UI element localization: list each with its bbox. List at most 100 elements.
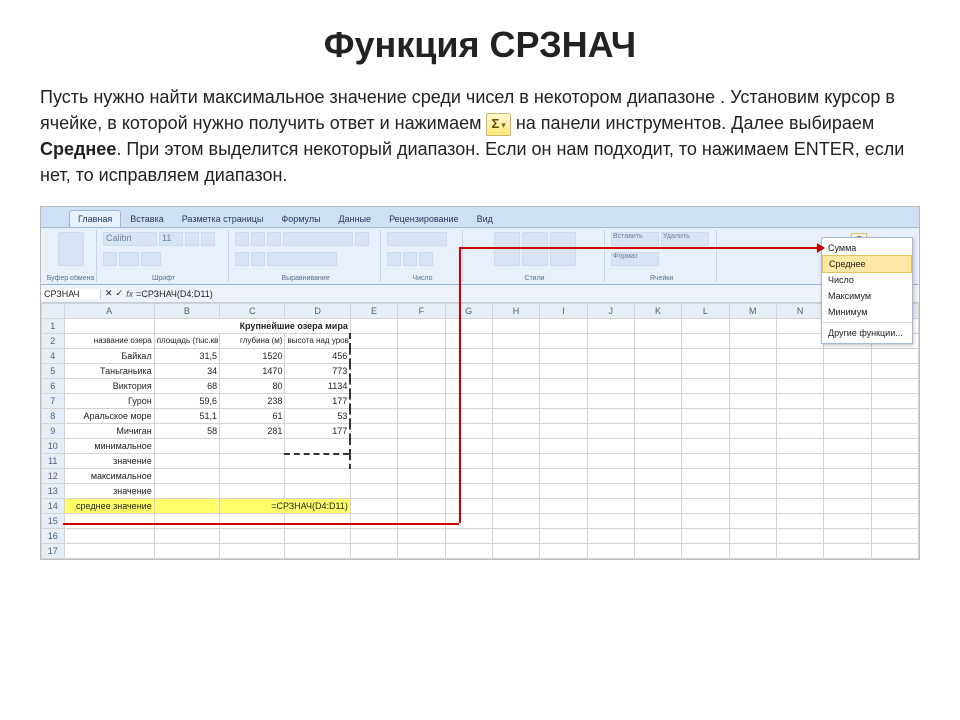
cell[interactable]: максимальное	[64, 469, 154, 484]
cell[interactable]	[285, 454, 350, 469]
menu-item[interactable]: Минимум	[822, 304, 912, 320]
cell[interactable]	[587, 319, 634, 334]
cell[interactable]	[824, 469, 871, 484]
cell[interactable]	[682, 529, 729, 544]
cell[interactable]	[682, 454, 729, 469]
cell[interactable]	[492, 529, 539, 544]
cell[interactable]	[154, 469, 219, 484]
cell[interactable]	[682, 379, 729, 394]
row-header[interactable]: 5	[42, 364, 65, 379]
cell[interactable]	[729, 499, 776, 514]
paste-button[interactable]	[58, 232, 84, 266]
cell[interactable]	[824, 484, 871, 499]
cell[interactable]	[824, 529, 871, 544]
cell[interactable]	[398, 484, 445, 499]
cell[interactable]	[587, 424, 634, 439]
cell[interactable]	[64, 544, 154, 559]
row-header[interactable]: 11	[42, 454, 65, 469]
col-header[interactable]: C	[220, 304, 285, 319]
cell[interactable]	[445, 499, 492, 514]
cell[interactable]	[540, 349, 587, 364]
font-color-button[interactable]	[141, 252, 161, 266]
cell[interactable]: 773	[285, 364, 350, 379]
cell[interactable]	[398, 529, 445, 544]
cell[interactable]	[398, 379, 445, 394]
cell[interactable]	[154, 499, 219, 514]
cell[interactable]	[445, 484, 492, 499]
cell[interactable]	[871, 484, 918, 499]
fill-color-button[interactable]	[119, 252, 139, 266]
row-header[interactable]: 15	[42, 514, 65, 529]
cell[interactable]	[154, 454, 219, 469]
cell[interactable]	[398, 319, 445, 334]
enter-icon[interactable]: ✓	[116, 288, 124, 299]
cell[interactable]: 80	[220, 379, 285, 394]
cell[interactable]	[445, 319, 492, 334]
tab-data[interactable]: Данные	[330, 210, 381, 227]
col-header[interactable]: H	[492, 304, 539, 319]
cell[interactable]	[634, 484, 681, 499]
italic-button[interactable]	[201, 232, 215, 246]
cell[interactable]	[824, 424, 871, 439]
cell[interactable]	[587, 439, 634, 454]
tab-review[interactable]: Рецензирование	[380, 210, 468, 227]
cell[interactable]	[154, 514, 219, 529]
cell[interactable]: 34	[154, 364, 219, 379]
cell[interactable]	[445, 514, 492, 529]
cell[interactable]	[871, 394, 918, 409]
cell[interactable]	[587, 409, 634, 424]
cell[interactable]	[634, 514, 681, 529]
cell[interactable]	[492, 409, 539, 424]
cell[interactable]	[776, 529, 823, 544]
cell[interactable]	[350, 379, 397, 394]
col-header[interactable]	[42, 304, 65, 319]
cell[interactable]	[220, 439, 285, 454]
cell[interactable]	[587, 499, 634, 514]
cell[interactable]	[492, 424, 539, 439]
cell[interactable]	[445, 334, 492, 349]
row-header[interactable]: 16	[42, 529, 65, 544]
cell[interactable]	[682, 499, 729, 514]
cell[interactable]	[350, 424, 397, 439]
cell[interactable]: 61	[220, 409, 285, 424]
menu-item[interactable]: Максимум	[822, 288, 912, 304]
cell[interactable]	[445, 469, 492, 484]
cell[interactable]	[398, 334, 445, 349]
cell[interactable]	[634, 319, 681, 334]
cell[interactable]: 456	[285, 349, 350, 364]
cell[interactable]	[398, 454, 445, 469]
cell[interactable]	[824, 454, 871, 469]
cell[interactable]	[776, 364, 823, 379]
cell[interactable]	[871, 349, 918, 364]
cell[interactable]	[540, 529, 587, 544]
cell[interactable]	[871, 514, 918, 529]
col-header[interactable]: J	[587, 304, 634, 319]
cell[interactable]	[587, 334, 634, 349]
tab-insert[interactable]: Вставка	[121, 210, 172, 227]
cell[interactable]	[587, 379, 634, 394]
cell[interactable]	[776, 544, 823, 559]
cell[interactable]: минимальное	[64, 439, 154, 454]
cell[interactable]	[220, 454, 285, 469]
cell[interactable]	[285, 529, 350, 544]
cell[interactable]: Аральское море	[64, 409, 154, 424]
tab-formulas[interactable]: Формулы	[272, 210, 329, 227]
cell[interactable]	[350, 364, 397, 379]
underline-button[interactable]	[103, 252, 117, 266]
cell[interactable]	[587, 544, 634, 559]
cancel-icon[interactable]: ✕	[105, 288, 113, 299]
cell[interactable]	[729, 334, 776, 349]
cell[interactable]	[492, 544, 539, 559]
cell[interactable]	[285, 484, 350, 499]
cell[interactable]	[398, 364, 445, 379]
cell[interactable]	[776, 439, 823, 454]
cell[interactable]	[540, 334, 587, 349]
cell[interactable]	[350, 484, 397, 499]
cell[interactable]: высота над уровнем моря	[285, 334, 350, 349]
row-header[interactable]: 6	[42, 379, 65, 394]
cell[interactable]: 68	[154, 379, 219, 394]
cell[interactable]	[729, 439, 776, 454]
spreadsheet-grid[interactable]: ABCDEFGHIJKLMNOP 1Крупнейшие озера мира2…	[41, 303, 919, 559]
cell[interactable]: 177	[285, 424, 350, 439]
cell[interactable]: Мичиган	[64, 424, 154, 439]
